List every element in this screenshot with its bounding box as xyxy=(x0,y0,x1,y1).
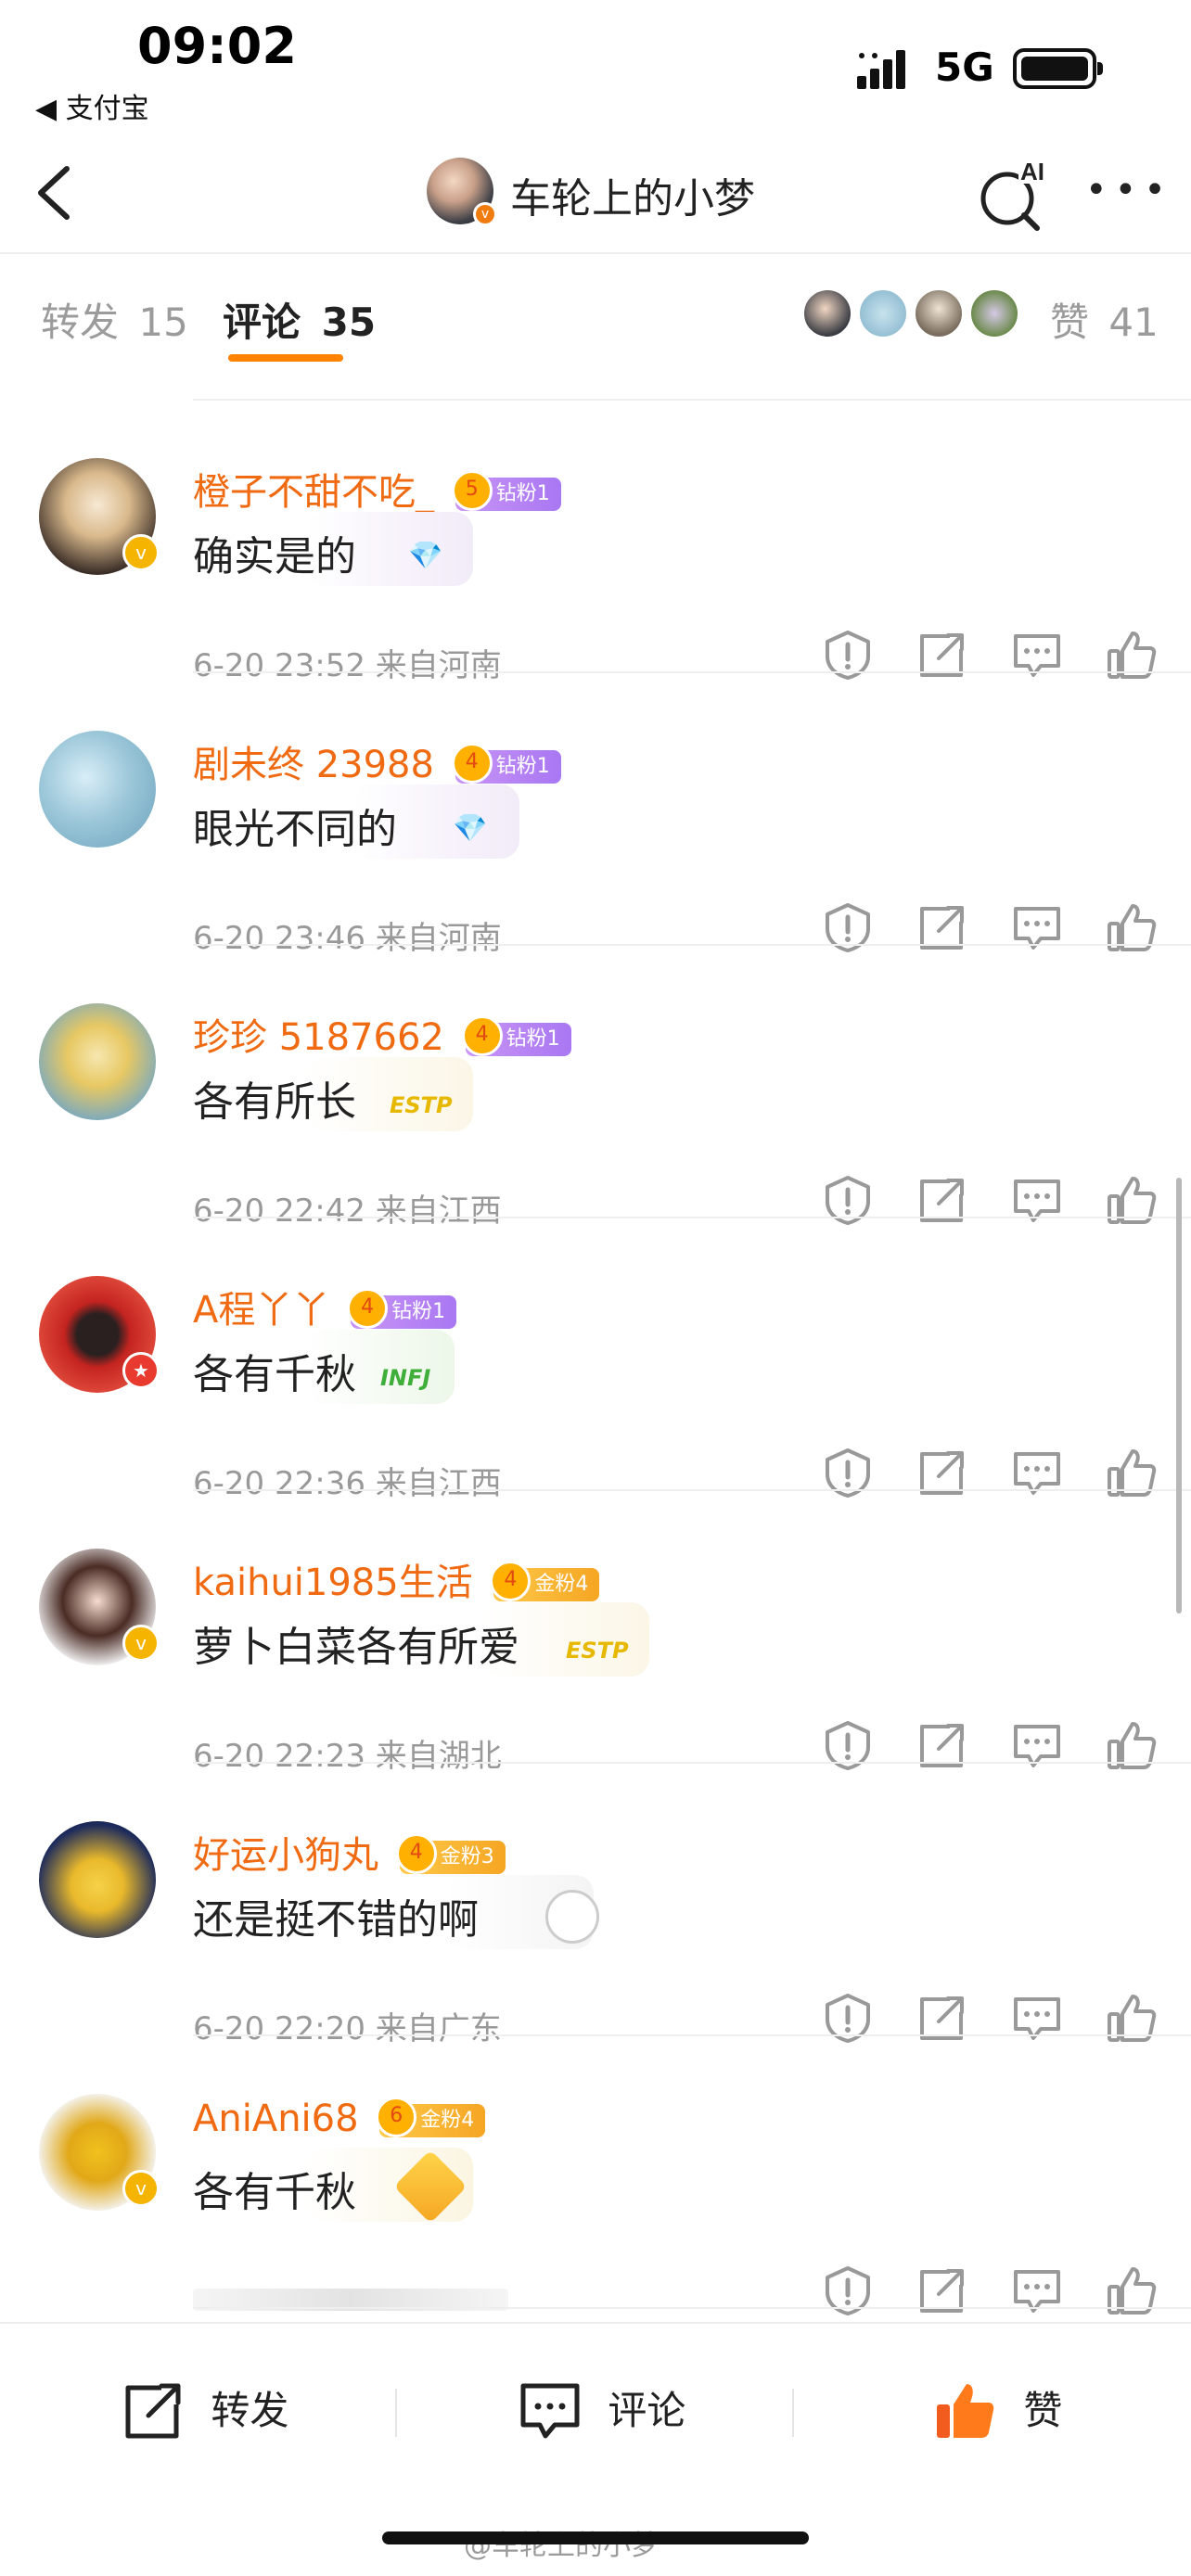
crown-icon: 4 xyxy=(461,1015,503,1056)
back-to-app-link[interactable]: ◀ 支付宝 xyxy=(35,85,149,126)
commenter-avatar[interactable]: v xyxy=(39,458,160,575)
fan-badge: 4 钻粉1 xyxy=(451,743,561,784)
commenter-avatar[interactable] xyxy=(39,731,156,848)
crown-icon: 6 xyxy=(376,2097,417,2137)
fan-badge: 4 钻粉1 xyxy=(461,1015,571,1056)
verified-badge-icon: v xyxy=(473,202,497,226)
commenter-avatar[interactable]: ★ xyxy=(39,1276,160,1393)
comment-text: 确实是的 xyxy=(193,533,356,580)
fan-badge: 5 钻粉1 xyxy=(451,470,561,511)
comment-item: v 橙子不甜不吃_ 5 钻粉1 💎 确实是的 6-20 23:52 来自河南 xyxy=(0,401,1191,684)
mbti-sticker: INFJ xyxy=(380,1365,431,1391)
thumbs-up-icon xyxy=(937,2383,994,2438)
ai-search-icon: AI xyxy=(980,158,1050,231)
tab-comments[interactable]: 评论 35 xyxy=(223,291,376,348)
active-tab-indicator xyxy=(228,354,343,362)
commenter-name[interactable]: AniAni68 6 金粉4 xyxy=(193,2097,486,2140)
commenter-name[interactable]: kaihui1985生活 4 金粉4 xyxy=(193,1552,600,1606)
verified-badge-icon: v xyxy=(122,534,160,571)
fan-badge: 4 金粉4 xyxy=(490,1561,600,1601)
commenter-name[interactable]: 好运小狗丸 4 金粉3 xyxy=(193,1825,506,1879)
red-badge-icon: ★ xyxy=(122,1352,160,1389)
comment-text: 各有千秋 xyxy=(193,2169,356,2216)
commenter-name[interactable]: A程丫丫 4 钻粉1 xyxy=(193,1280,457,1333)
svg-text:AI: AI xyxy=(1020,158,1044,185)
signal-icon xyxy=(857,50,905,89)
comment-text: 各有所长 xyxy=(193,1078,356,1126)
top-navigation: v 车轮上的小梦 AI ••• xyxy=(0,139,1191,252)
fan-badge: 6 金粉4 xyxy=(376,2097,486,2137)
comment-text: 眼光不同的 xyxy=(193,806,397,853)
commenter-name[interactable]: 珍珍 5187662 4 钻粉1 xyxy=(193,1007,571,1061)
tab-reposts[interactable]: 转发 15 xyxy=(41,291,188,348)
tab-likes[interactable]: 赞 41 xyxy=(1050,291,1159,348)
liker-avatar[interactable] xyxy=(968,287,1020,339)
comment-button[interactable]: 评论 xyxy=(518,2376,685,2441)
comment-item: v AniAni68 6 金粉4 各有千秋 xyxy=(0,2036,1191,2315)
mbti-sticker: ESTP xyxy=(566,1638,629,1664)
cartoon-sticker-icon xyxy=(545,1890,599,1944)
home-indicator[interactable] xyxy=(382,2531,809,2544)
comment-actions xyxy=(816,2264,1159,2320)
battery-icon xyxy=(1013,48,1103,89)
more-options-button[interactable]: ••• xyxy=(1085,167,1166,213)
back-chevron-icon[interactable] xyxy=(28,158,83,228)
liker-avatar[interactable] xyxy=(801,287,853,339)
comment-text: 各有千秋 xyxy=(193,1351,356,1398)
comment-text: 还是挺不错的啊 xyxy=(193,1896,479,1944)
author-avatar[interactable]: v xyxy=(427,158,497,226)
mbti-sticker: ESTP xyxy=(390,1092,453,1118)
liker-avatar[interactable] xyxy=(857,287,909,339)
verified-badge-icon: v xyxy=(122,2170,160,2207)
separator xyxy=(395,2389,397,2437)
author-name[interactable]: 车轮上的小梦 xyxy=(510,165,755,224)
status-time: 09:02 xyxy=(137,17,297,75)
crown-icon: 4 xyxy=(347,1288,389,1329)
crown-icon: 5 xyxy=(451,470,493,511)
commenter-avatar[interactable] xyxy=(39,1003,156,1120)
liker-avatar[interactable] xyxy=(913,287,965,339)
crown-icon: 4 xyxy=(395,1833,437,1874)
verified-badge-icon: v xyxy=(122,1625,160,1662)
crown-icon: 4 xyxy=(451,743,493,784)
comment-item: v kaihui1985生活 4 金粉4 ESTP 萝卜白菜各有所爱 6-20 2… xyxy=(0,1491,1191,1775)
status-bar: 09:02 ◀ 支付宝 5G xyxy=(0,0,1191,139)
commenter-name[interactable]: 橙子不甜不吃_ 5 钻粉1 xyxy=(193,462,561,516)
comment-item: 好运小狗丸 4 金粉3 还是挺不错的啊 6-20 22:20 来自广东 xyxy=(0,1764,1191,2047)
crown-icon: 4 xyxy=(490,1561,531,1601)
comment-icon xyxy=(520,2383,580,2438)
commenter-avatar[interactable]: v xyxy=(39,2094,160,2211)
fan-badge: 4 钻粉1 xyxy=(347,1288,457,1329)
like-button[interactable]: 赞 xyxy=(933,2376,1062,2441)
repost-icon xyxy=(125,2383,181,2438)
comment-item: ★ A程丫丫 4 钻粉1 INFJ 各有千秋 6-20 22:36 来自江西 xyxy=(0,1218,1191,1502)
ai-search-button[interactable]: AI xyxy=(976,158,1050,232)
diamond-sticker-icon: 💎 xyxy=(453,812,488,845)
repost-button[interactable]: 转发 xyxy=(121,2376,288,2441)
diamond-sticker-icon: 💎 xyxy=(408,540,443,572)
separator xyxy=(792,2389,794,2437)
network-type: 5G xyxy=(935,45,994,90)
commenter-avatar[interactable] xyxy=(39,1821,156,1938)
comment-list: v 橙子不甜不吃_ 5 钻粉1 💎 确实是的 6-20 23:52 来自河南 剧未… xyxy=(0,375,1191,2322)
comment-item: 剧未终 23988 4 钻粉1 💎 眼光不同的 6-20 23:46 来自河南 xyxy=(0,673,1191,957)
commenter-name[interactable]: 剧未终 23988 4 钻粉1 xyxy=(193,734,561,788)
bottom-action-bar: 转发 评论 赞 @车轮上的小梦 xyxy=(0,2322,1191,2576)
comment-item: 珍珍 5187662 4 钻粉1 ESTP 各有所长 6-20 22:42 来自江… xyxy=(0,946,1191,1230)
commenter-avatar[interactable]: v xyxy=(39,1549,160,1665)
divider xyxy=(193,2307,1191,2309)
comment-text: 萝卜白菜各有所爱 xyxy=(193,1624,519,1671)
fan-badge: 4 金粉3 xyxy=(395,1833,506,1874)
tab-bar: 转发 15 评论 35 赞 41 xyxy=(0,252,1191,375)
scrollbar[interactable] xyxy=(1176,1178,1182,1613)
